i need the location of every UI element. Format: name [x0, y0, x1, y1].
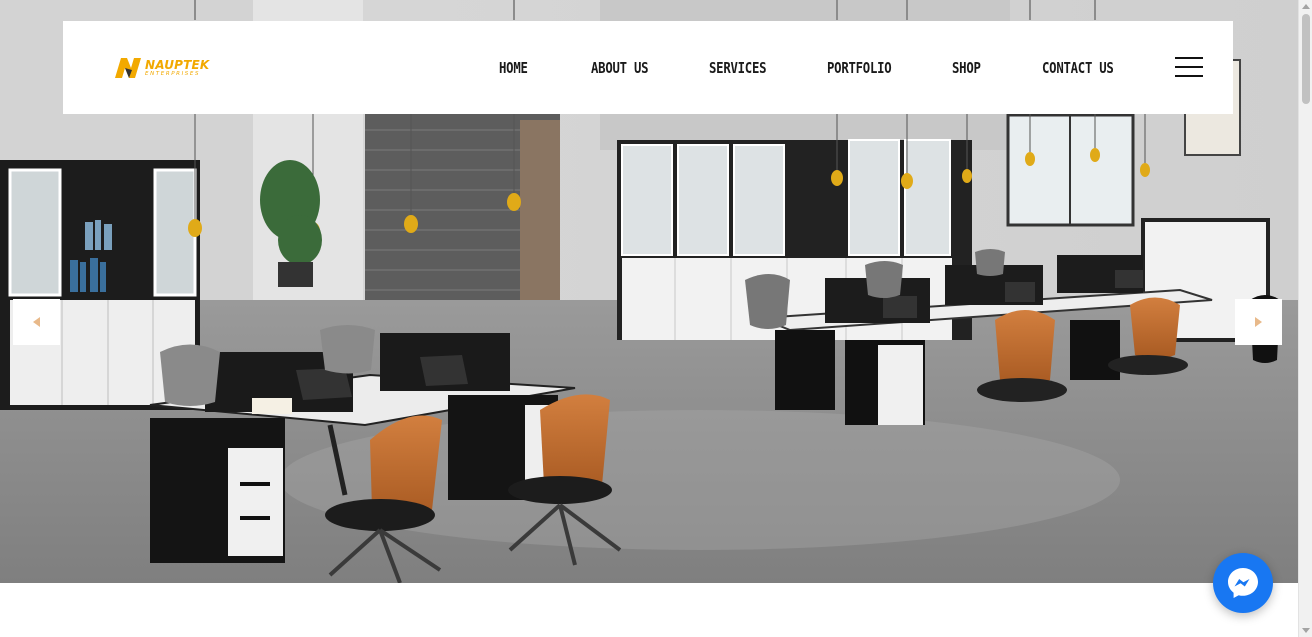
logo-text: NAUPTEK ENTERPRISES — [145, 59, 209, 78]
messenger-chat-button[interactable] — [1213, 553, 1273, 613]
site-header: NAUPTEK ENTERPRISES HOME ABOUT US SERVIC… — [63, 21, 1233, 114]
nav-item-home[interactable]: HOME — [499, 59, 528, 77]
nav-item-shop[interactable]: SHOP — [952, 59, 981, 77]
nav-item-services[interactable]: SERVICES — [709, 59, 767, 77]
chevron-left-icon — [33, 317, 40, 327]
page: NAUPTEK ENTERPRISES HOME ABOUT US SERVIC… — [0, 0, 1312, 637]
brand-subtitle: ENTERPRISES — [145, 70, 201, 77]
logo-mark-icon — [115, 58, 141, 78]
brand-name: NAUPTEK — [145, 57, 210, 72]
nav-item-about-us[interactable]: ABOUT US — [591, 59, 649, 77]
hamburger-icon[interactable] — [1175, 54, 1203, 78]
messenger-icon — [1228, 568, 1258, 598]
hamburger-line — [1175, 57, 1203, 59]
nav-item-contact-us[interactable]: CONTACT US — [1042, 59, 1114, 77]
chevron-right-icon — [1255, 317, 1262, 327]
scroll-down-arrow-icon[interactable] — [1302, 628, 1310, 633]
brand-logo[interactable]: NAUPTEK ENTERPRISES — [113, 55, 223, 81]
nav-item-portfolio[interactable]: PORTFOLIO — [827, 59, 892, 77]
slider-prev-button[interactable] — [13, 299, 60, 345]
hamburger-line — [1175, 66, 1203, 68]
slider-next-button[interactable] — [1235, 299, 1282, 345]
scrollbar-thumb[interactable] — [1302, 14, 1310, 104]
hamburger-line — [1175, 75, 1203, 77]
page-scrollbar[interactable] — [1298, 0, 1312, 637]
scroll-up-arrow-icon[interactable] — [1302, 4, 1310, 9]
